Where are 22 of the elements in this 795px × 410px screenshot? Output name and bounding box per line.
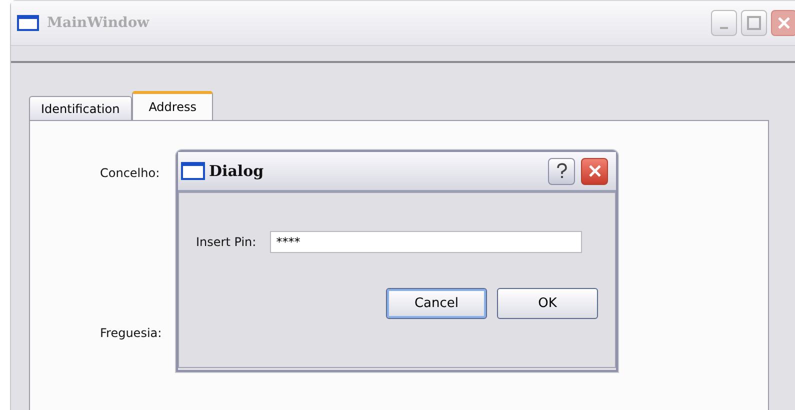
- maximize-icon: [747, 16, 761, 30]
- question-mark-icon: [556, 163, 568, 179]
- minimize-icon: [720, 27, 728, 29]
- maximize-button[interactable]: [741, 10, 767, 36]
- window-icon: [17, 15, 39, 31]
- field-label: Concelho:: [100, 166, 160, 180]
- dialog-button[interactable]: Cancel: [386, 288, 487, 319]
- help-button[interactable]: [548, 158, 575, 184]
- pin-field[interactable]: ****: [270, 231, 582, 253]
- close-button[interactable]: [581, 158, 608, 184]
- close-icon: [588, 164, 602, 178]
- field-label: Freguesia:: [100, 326, 162, 340]
- minimize-button[interactable]: [711, 10, 737, 36]
- window-title: MainWindow: [47, 15, 150, 31]
- close-button[interactable]: [771, 10, 795, 36]
- tab[interactable]: Address: [132, 91, 214, 120]
- tab[interactable]: Identification: [29, 96, 132, 120]
- close-icon: [777, 16, 791, 30]
- pin-label: Insert Pin:: [196, 235, 256, 249]
- window-icon: [181, 162, 205, 180]
- dialog-title: Dialog: [209, 162, 264, 180]
- dialog-button[interactable]: OK: [497, 288, 598, 319]
